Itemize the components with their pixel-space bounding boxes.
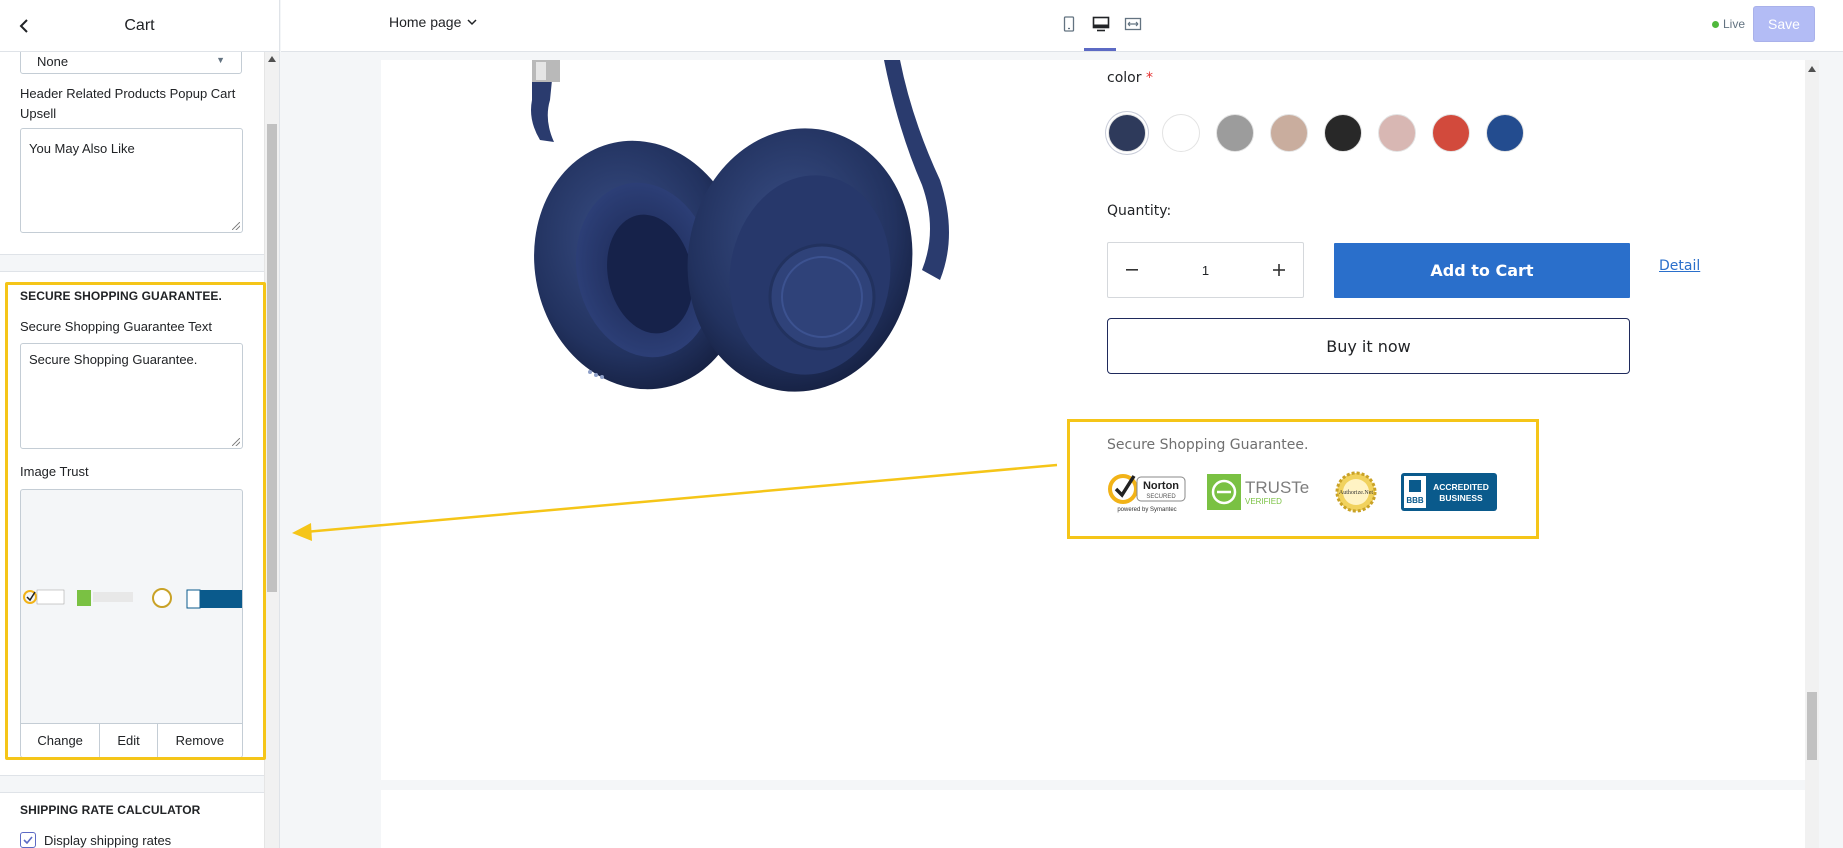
checkmark-icon <box>23 836 33 844</box>
guarantee-text-label: Secure Shopping Guarantee Text <box>20 319 213 334</box>
upsell-textarea-value: You May Also Like <box>29 141 135 156</box>
color-swatch[interactable] <box>1162 114 1200 152</box>
color-label-text: color <box>1107 70 1142 86</box>
popup-select[interactable]: None ▼ <box>20 52 242 74</box>
sidebar-title: Cart <box>124 16 155 34</box>
live-dot-icon <box>1712 20 1719 28</box>
save-button[interactable]: Save <box>1753 6 1815 42</box>
back-button[interactable] <box>10 12 38 40</box>
edit-image-button[interactable]: Edit <box>100 724 158 757</box>
norton-line3: powered by Symantec <box>1117 507 1176 513</box>
trust-badges: Norton SECURED powered by Symantec TRUST… <box>1107 470 1497 514</box>
chevron-left-icon <box>19 19 28 33</box>
shipping-section-title: SHIPPING RATE CALCULATOR <box>20 803 201 817</box>
color-swatch[interactable] <box>1324 114 1362 152</box>
color-swatch[interactable] <box>1270 114 1308 152</box>
bbb-badge-icon: BBB ACCREDITED BUSINESS <box>1401 473 1497 511</box>
image-trust-preview <box>20 489 243 724</box>
editor-topbar: Home page Live Save <box>281 0 1843 52</box>
buy-now-button[interactable]: Buy it now <box>1107 318 1630 374</box>
product-image <box>531 60 949 392</box>
norton-name: Norton <box>1143 480 1179 492</box>
settings-sidebar: Cart None ▼ Header Related Products Popu… <box>0 0 280 848</box>
display-shipping-row[interactable]: Display shipping rates <box>20 832 171 848</box>
guarantee-text: Secure Shopping Guarantee. <box>1107 437 1309 453</box>
display-shipping-label: Display shipping rates <box>44 832 172 848</box>
scrollbar-thumb[interactable] <box>267 124 277 592</box>
bbb-line1: ACCREDITED <box>1433 482 1489 492</box>
page-select-value: Home page <box>389 14 462 30</box>
authorize-name: Authorize.Net <box>1339 490 1373 496</box>
image-trust-label: Image Trust <box>20 464 89 479</box>
desktop-icon <box>1092 16 1110 32</box>
plus-icon <box>1272 264 1285 276</box>
norton-line2: SECURED <box>1146 494 1176 500</box>
fullwidth-view-button[interactable] <box>1121 12 1145 36</box>
chevron-down-icon <box>467 18 477 25</box>
desktop-view-button[interactable] <box>1089 12 1113 36</box>
truste-name: TRUSTe <box>1245 478 1309 497</box>
preview-scrollbar-thumb[interactable] <box>1807 692 1817 760</box>
truste-line2: VERIFIED <box>1245 497 1282 506</box>
view-switcher <box>1057 12 1145 36</box>
popup-select-value: None <box>37 54 69 69</box>
detail-link[interactable]: Detail <box>1659 258 1700 274</box>
color-swatch[interactable] <box>1216 114 1254 152</box>
live-status: Live <box>1712 17 1745 31</box>
live-label: Live <box>1723 17 1746 31</box>
authorize-thumb-icon <box>152 588 172 608</box>
preview-scrollbar[interactable] <box>1805 60 1819 848</box>
add-to-cart-button[interactable]: Add to Cart <box>1334 243 1630 298</box>
mobile-icon <box>1063 16 1075 32</box>
active-view-indicator <box>1084 48 1116 51</box>
mobile-view-button[interactable] <box>1057 12 1081 36</box>
bbb-name: BBB <box>1406 496 1424 505</box>
truste-thumb-icon <box>77 590 91 606</box>
select-caret-icon: ▼ <box>216 55 225 65</box>
upsell-textarea[interactable]: You May Also Like <box>20 128 243 233</box>
quantity-stepper: 1 <box>1107 242 1304 298</box>
color-label: color * <box>1107 70 1153 86</box>
color-swatch[interactable] <box>1486 114 1524 152</box>
sidebar-header: Cart <box>0 0 279 52</box>
quantity-decrease-button[interactable] <box>1122 260 1142 280</box>
bbb-line2: BUSINESS <box>1439 493 1483 503</box>
minus-icon <box>1126 269 1138 271</box>
image-trust-buttons: Change Edit Remove <box>20 723 243 758</box>
page-select[interactable]: Home page <box>389 14 477 30</box>
resize-grip-icon[interactable] <box>232 438 240 446</box>
quantity-increase-button[interactable] <box>1269 260 1289 280</box>
trust-badges-thumbnail <box>23 588 242 609</box>
full-width-icon <box>1124 17 1142 31</box>
section-divider <box>0 254 264 272</box>
norton-badge-icon: Norton SECURED powered by Symantec <box>1108 474 1186 513</box>
change-image-button[interactable]: Change <box>21 724 101 757</box>
sidebar-scrollbar[interactable] <box>264 52 279 848</box>
display-shipping-checkbox[interactable] <box>20 832 36 848</box>
authorize-net-badge-icon: Authorize.Net <box>1335 471 1377 513</box>
color-swatches <box>1108 114 1524 152</box>
required-marker: * <box>1145 70 1153 86</box>
guarantee-textarea-value: Secure Shopping Guarantee. <box>29 352 198 367</box>
color-swatch[interactable] <box>1108 114 1146 152</box>
section-divider <box>0 775 264 793</box>
color-swatch[interactable] <box>1378 114 1416 152</box>
truste-badge-icon: TRUSTe VERIFIED <box>1207 474 1309 510</box>
resize-grip-icon[interactable] <box>232 222 240 230</box>
scroll-up-icon[interactable] <box>268 56 276 62</box>
remove-image-button[interactable]: Remove <box>158 724 242 757</box>
guarantee-textarea[interactable]: Secure Shopping Guarantee. <box>20 343 243 449</box>
preview-page-next-section <box>381 790 1805 848</box>
quantity-label: Quantity: <box>1107 203 1172 219</box>
scroll-up-icon[interactable] <box>1808 66 1816 72</box>
color-swatch[interactable] <box>1432 114 1470 152</box>
guarantee-section-title: SECURE SHOPPING GUARANTEE. <box>20 289 222 303</box>
quantity-value[interactable]: 1 <box>1202 263 1209 278</box>
upsell-label: Header Related Products Popup Cart Upsel… <box>20 86 236 121</box>
